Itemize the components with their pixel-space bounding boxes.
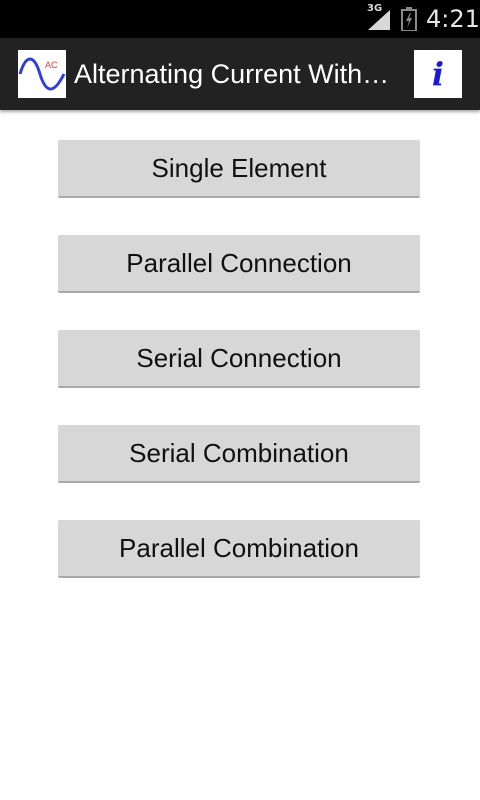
app-logo-text: AC (45, 60, 58, 70)
battery-icon (401, 7, 417, 31)
parallel-combination-button[interactable]: Parallel Combination (58, 520, 420, 578)
sine-wave-icon: AC (18, 57, 66, 91)
single-element-button[interactable]: Single Element (58, 140, 420, 198)
serial-connection-button[interactable]: Serial Connection (58, 330, 420, 388)
page-title: Alternating Current With… (74, 59, 390, 89)
serial-combination-button[interactable]: Serial Combination (58, 425, 420, 483)
status-clock: 4:21 (426, 5, 480, 33)
action-bar: AC Alternating Current With… i (0, 38, 480, 110)
info-icon: i (431, 55, 445, 93)
app-logo-icon[interactable]: AC (18, 50, 66, 98)
signal-icon (368, 10, 390, 30)
parallel-connection-button[interactable]: Parallel Connection (58, 235, 420, 293)
info-button[interactable]: i (414, 50, 462, 98)
status-bar: 3G 4:21 (0, 0, 480, 38)
